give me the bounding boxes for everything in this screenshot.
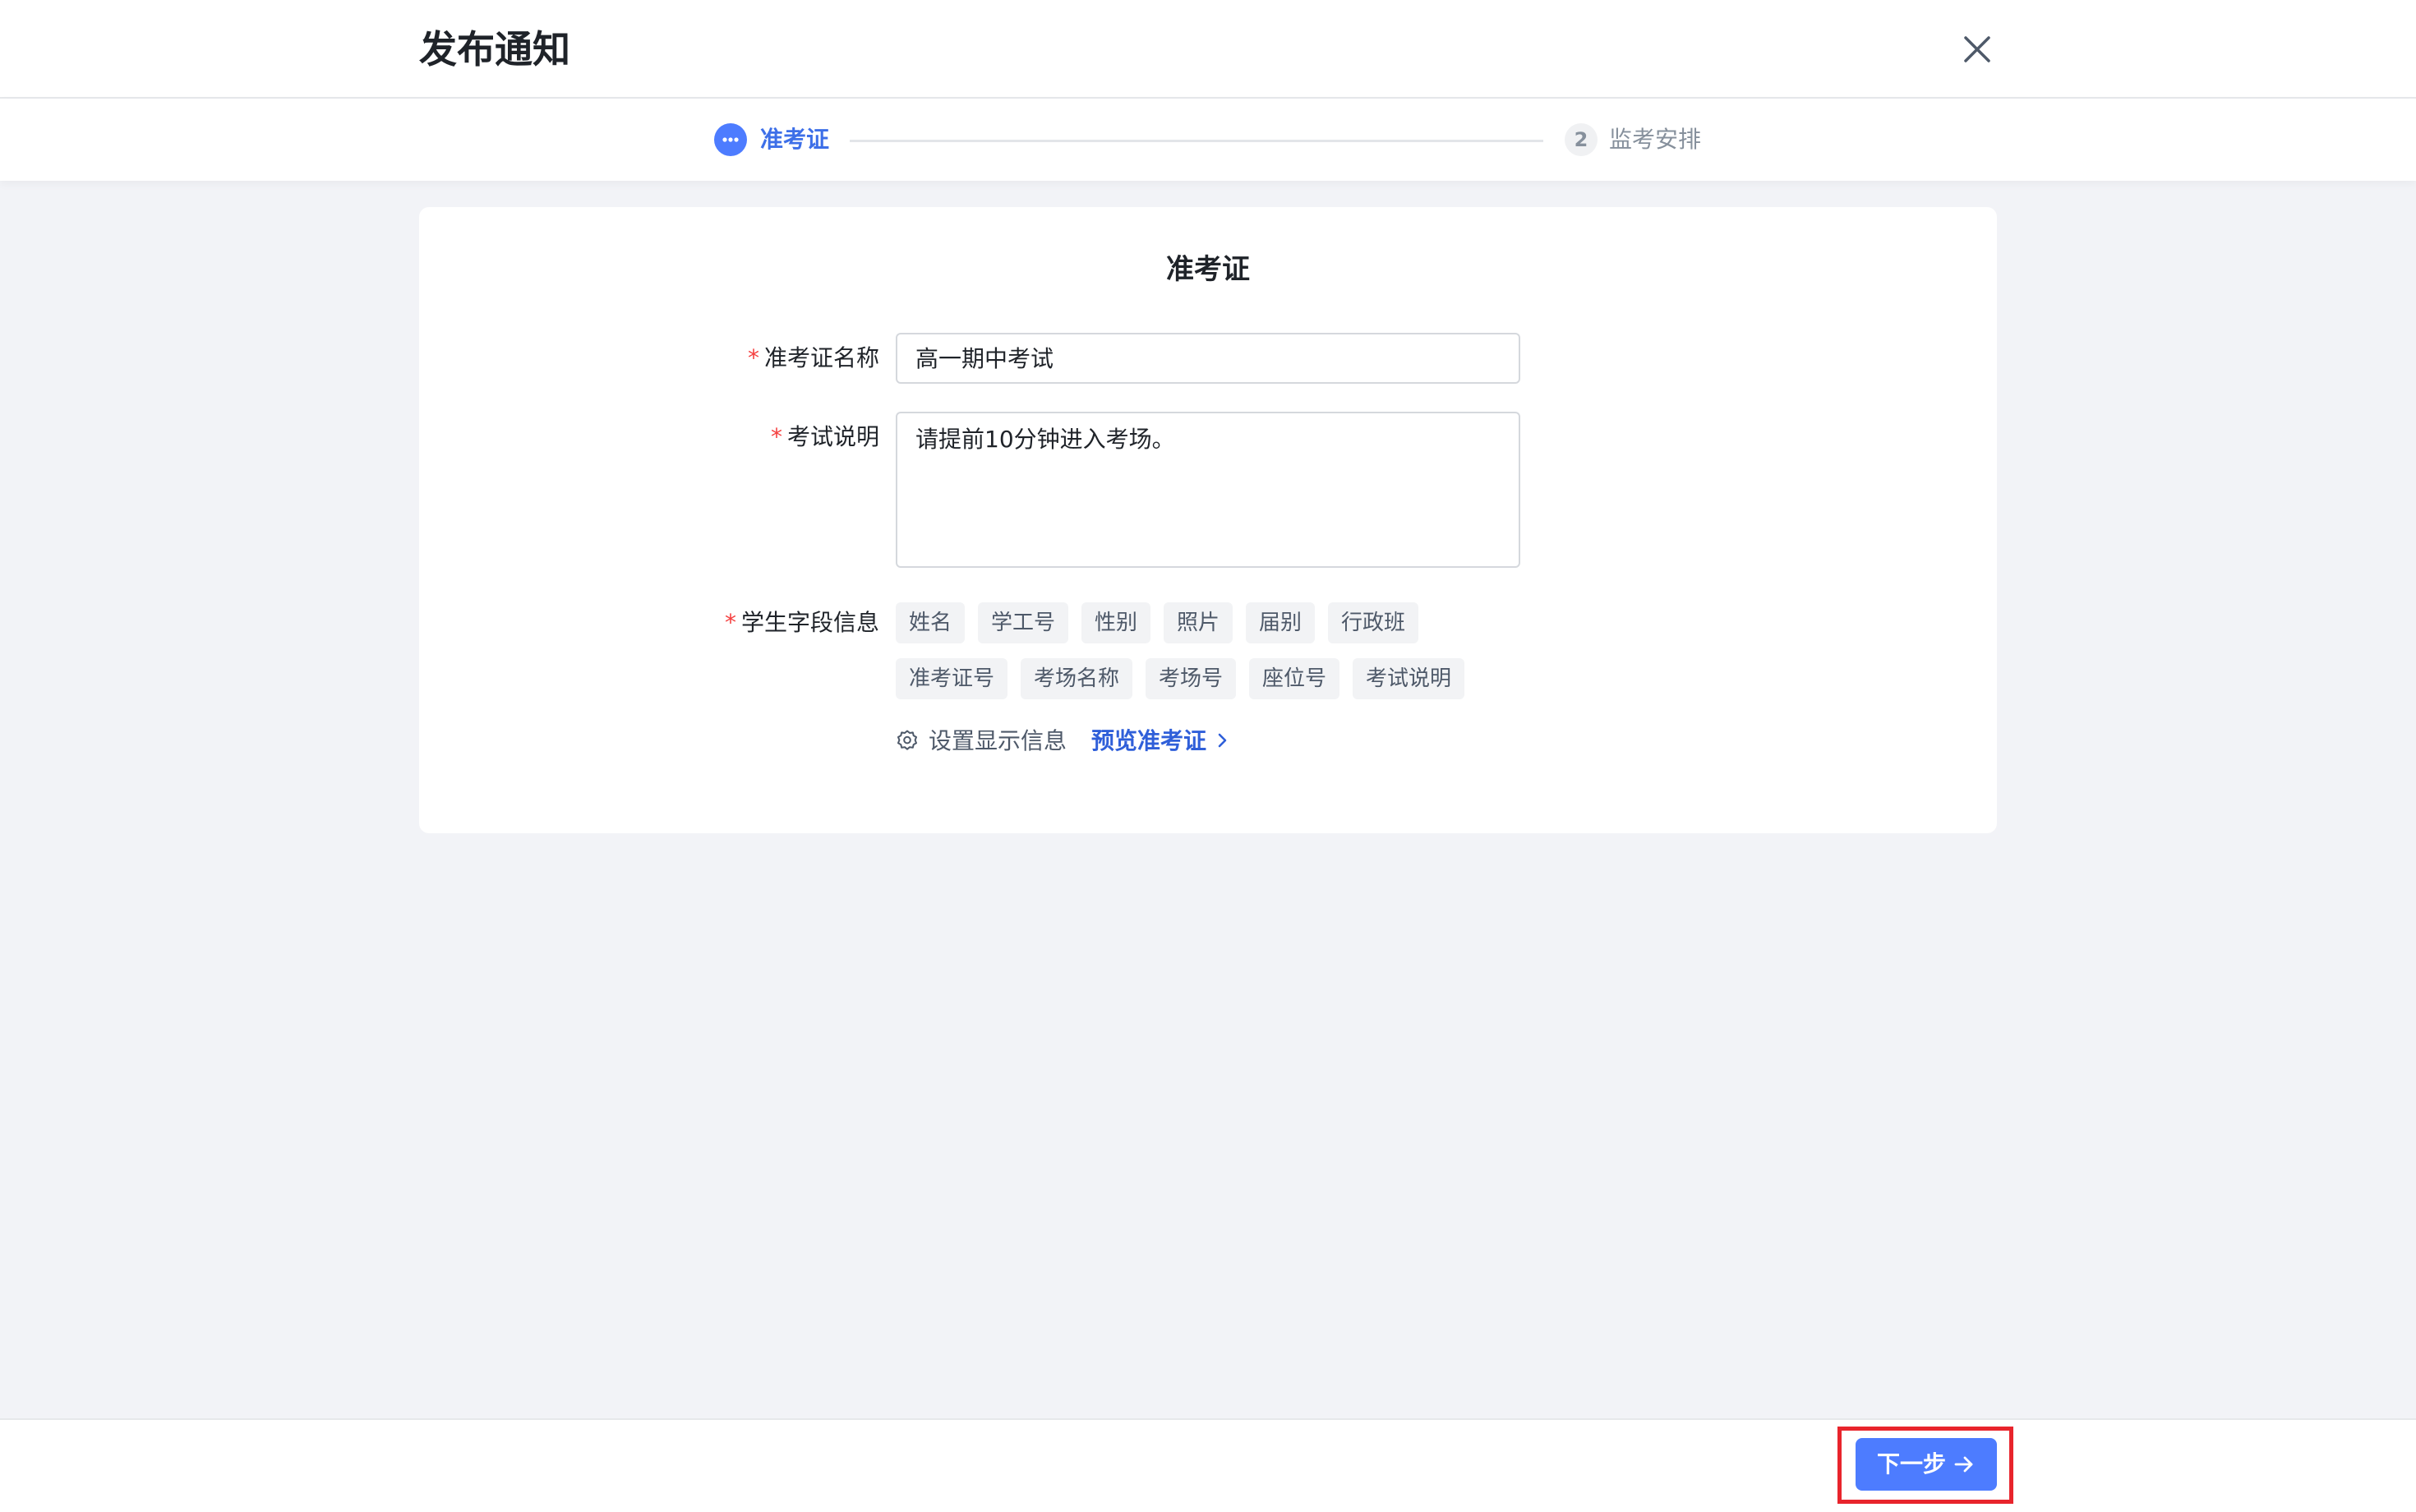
exam-description-label-text: 考试说明 bbox=[786, 423, 879, 450]
ticket-name-input[interactable]: 高一期中考试 bbox=[896, 333, 1520, 384]
field-tag[interactable]: 行政班 bbox=[1328, 602, 1419, 643]
step-2-label[interactable]: 监考安排 bbox=[1609, 123, 1701, 156]
ticket-name-label: * 准考证名称 bbox=[723, 342, 879, 375]
card-title: 准考证 bbox=[1166, 253, 1250, 286]
chevron-right-icon bbox=[1218, 733, 1227, 748]
ticket-name-value: 高一期中考试 bbox=[915, 345, 1054, 372]
preview-ticket-label: 预览准考证 bbox=[1091, 727, 1207, 754]
field-tag[interactable]: 届别 bbox=[1246, 602, 1316, 643]
required-mark: * bbox=[770, 423, 782, 450]
field-tag[interactable]: 姓名 bbox=[896, 602, 966, 643]
student-fields-label: * 学生字段信息 bbox=[699, 606, 879, 639]
arrow-right-icon bbox=[1954, 1456, 1973, 1473]
page-title: 发布通知 bbox=[419, 27, 570, 71]
required-mark: * bbox=[747, 344, 759, 371]
exam-description-textarea[interactable]: 请提前10分钟进入考场。 bbox=[896, 412, 1520, 568]
step-connector bbox=[850, 140, 1543, 142]
display-settings-label: 设置显示信息 bbox=[929, 727, 1067, 754]
field-tag[interactable]: 学工号 bbox=[978, 602, 1069, 643]
next-step-button[interactable]: 下一步 bbox=[1856, 1438, 1997, 1491]
student-fields-label-text: 学生字段信息 bbox=[740, 609, 879, 636]
ticket-name-label-text: 准考证名称 bbox=[763, 344, 879, 371]
gear-icon bbox=[897, 730, 917, 750]
step-1-label[interactable]: 准考证 bbox=[760, 123, 829, 156]
field-tag[interactable]: 考试说明 bbox=[1353, 658, 1465, 699]
field-tag[interactable]: 性别 bbox=[1081, 602, 1151, 643]
close-icon bbox=[1964, 36, 1990, 62]
step-1-indicator bbox=[714, 123, 747, 156]
field-tag[interactable]: 考场号 bbox=[1146, 658, 1237, 699]
close-button[interactable] bbox=[1956, 28, 1999, 71]
exam-description-value: 请提前10分钟进入考场。 bbox=[915, 426, 1175, 453]
field-tag[interactable]: 照片 bbox=[1164, 602, 1233, 643]
header-bar bbox=[0, 0, 2416, 99]
field-tag[interactable]: 座位号 bbox=[1249, 658, 1340, 699]
more-dots-icon bbox=[722, 137, 739, 142]
step-2-indicator: 2 bbox=[1565, 123, 1598, 156]
field-tag[interactable]: 准考证号 bbox=[896, 658, 1008, 699]
required-mark: * bbox=[724, 609, 736, 636]
preview-ticket-link[interactable]: 预览准考证 bbox=[1091, 725, 1231, 758]
field-tag[interactable]: 考场名称 bbox=[1021, 658, 1133, 699]
footer-bar bbox=[0, 1418, 2416, 1512]
display-settings-button[interactable]: 设置显示信息 bbox=[896, 725, 1067, 758]
next-step-label: 下一步 bbox=[1876, 1450, 1946, 1477]
exam-description-label: * 考试说明 bbox=[723, 421, 879, 454]
